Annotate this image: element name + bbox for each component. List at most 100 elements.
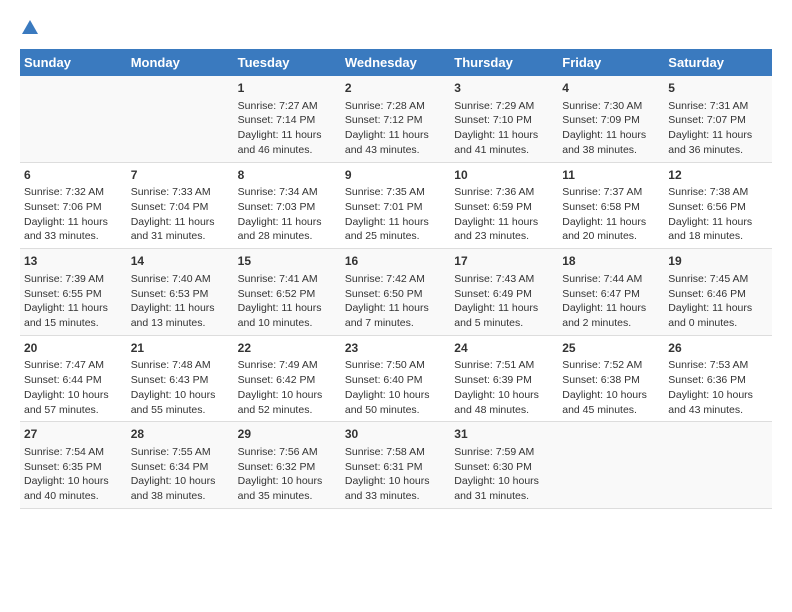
day-number: 5 <box>668 80 768 97</box>
calendar-day-cell: 22Sunrise: 7:49 AMSunset: 6:42 PMDayligh… <box>234 335 341 422</box>
day-number: 3 <box>454 80 554 97</box>
day-info: Sunrise: 7:33 AMSunset: 7:04 PMDaylight:… <box>131 185 230 244</box>
calendar-day-cell: 20Sunrise: 7:47 AMSunset: 6:44 PMDayligh… <box>20 335 127 422</box>
day-info: Sunrise: 7:54 AMSunset: 6:35 PMDaylight:… <box>24 445 123 504</box>
calendar-day-cell: 1 Sunrise: 7:27 AMSunset: 7:14 PMDaylight… <box>234 76 341 162</box>
calendar-day-cell <box>664 422 772 509</box>
day-info: Sunrise: 7:52 AMSunset: 6:38 PMDaylight:… <box>562 358 660 417</box>
day-number: 14 <box>131 253 230 270</box>
day-number: 17 <box>454 253 554 270</box>
day-info: Sunrise: 7:43 AMSunset: 6:49 PMDaylight:… <box>454 272 554 331</box>
calendar-week-row: 13 Sunrise: 7:39 AMSunset: 6:55 PMDayligh… <box>20 249 772 336</box>
day-info: Sunrise: 7:40 AMSunset: 6:53 PMDaylight:… <box>131 272 230 331</box>
calendar-day-cell: 19 Sunrise: 7:45 AMSunset: 6:46 PMDayligh… <box>664 249 772 336</box>
day-info: Sunrise: 7:29 AMSunset: 7:10 PMDaylight:… <box>454 99 554 158</box>
day-number: 21 <box>131 340 230 357</box>
calendar-day-cell: 30Sunrise: 7:58 AMSunset: 6:31 PMDayligh… <box>341 422 450 509</box>
day-number: 10 <box>454 167 554 184</box>
day-info: Sunrise: 7:28 AMSunset: 7:12 PMDaylight:… <box>345 99 446 158</box>
day-info: Sunrise: 7:42 AMSunset: 6:50 PMDaylight:… <box>345 272 446 331</box>
calendar-header: SundayMondayTuesdayWednesdayThursdayFrid… <box>20 49 772 76</box>
day-info: Sunrise: 7:37 AMSunset: 6:58 PMDaylight:… <box>562 185 660 244</box>
calendar-day-cell <box>20 76 127 162</box>
calendar-day-cell: 21Sunrise: 7:48 AMSunset: 6:43 PMDayligh… <box>127 335 234 422</box>
day-number: 31 <box>454 426 554 443</box>
day-number: 6 <box>24 167 123 184</box>
day-number: 4 <box>562 80 660 97</box>
calendar-day-cell: 16 Sunrise: 7:42 AMSunset: 6:50 PMDayligh… <box>341 249 450 336</box>
day-info: Sunrise: 7:44 AMSunset: 6:47 PMDaylight:… <box>562 272 660 331</box>
calendar-day-cell: 13 Sunrise: 7:39 AMSunset: 6:55 PMDayligh… <box>20 249 127 336</box>
day-info: Sunrise: 7:58 AMSunset: 6:31 PMDaylight:… <box>345 445 446 504</box>
weekday-header: Wednesday <box>341 49 450 76</box>
day-info: Sunrise: 7:59 AMSunset: 6:30 PMDaylight:… <box>454 445 554 504</box>
day-number: 20 <box>24 340 123 357</box>
calendar-day-cell: 8Sunrise: 7:34 AMSunset: 7:03 PMDaylight… <box>234 162 341 249</box>
calendar-day-cell: 10Sunrise: 7:36 AMSunset: 6:59 PMDayligh… <box>450 162 558 249</box>
day-number: 9 <box>345 167 446 184</box>
weekday-header: Sunday <box>20 49 127 76</box>
day-number: 16 <box>345 253 446 270</box>
day-number: 19 <box>668 253 768 270</box>
day-number: 13 <box>24 253 123 270</box>
calendar-day-cell: 2 Sunrise: 7:28 AMSunset: 7:12 PMDaylight… <box>341 76 450 162</box>
day-info: Sunrise: 7:45 AMSunset: 6:46 PMDaylight:… <box>668 272 768 331</box>
day-info: Sunrise: 7:39 AMSunset: 6:55 PMDaylight:… <box>24 272 123 331</box>
calendar-day-cell: 12Sunrise: 7:38 AMSunset: 6:56 PMDayligh… <box>664 162 772 249</box>
calendar-day-cell: 27 Sunrise: 7:54 AMSunset: 6:35 PMDayligh… <box>20 422 127 509</box>
calendar-week-row: 27 Sunrise: 7:54 AMSunset: 6:35 PMDayligh… <box>20 422 772 509</box>
calendar-day-cell: 4 Sunrise: 7:30 AMSunset: 7:09 PMDaylight… <box>558 76 664 162</box>
calendar-day-cell: 26Sunrise: 7:53 AMSunset: 6:36 PMDayligh… <box>664 335 772 422</box>
day-number: 27 <box>24 426 123 443</box>
calendar-week-row: 1 Sunrise: 7:27 AMSunset: 7:14 PMDaylight… <box>20 76 772 162</box>
weekday-header: Saturday <box>664 49 772 76</box>
day-number: 8 <box>238 167 337 184</box>
calendar-day-cell: 17 Sunrise: 7:43 AMSunset: 6:49 PMDayligh… <box>450 249 558 336</box>
calendar-day-cell: 15 Sunrise: 7:41 AMSunset: 6:52 PMDayligh… <box>234 249 341 336</box>
day-number: 23 <box>345 340 446 357</box>
logo-arrow-icon <box>22 20 38 39</box>
day-info: Sunrise: 7:55 AMSunset: 6:34 PMDaylight:… <box>131 445 230 504</box>
calendar-day-cell: 5 Sunrise: 7:31 AMSunset: 7:07 PMDaylight… <box>664 76 772 162</box>
day-info: Sunrise: 7:56 AMSunset: 6:32 PMDaylight:… <box>238 445 337 504</box>
day-number: 26 <box>668 340 768 357</box>
calendar-day-cell: 3 Sunrise: 7:29 AMSunset: 7:10 PMDaylight… <box>450 76 558 162</box>
calendar-day-cell: 25Sunrise: 7:52 AMSunset: 6:38 PMDayligh… <box>558 335 664 422</box>
day-info: Sunrise: 7:27 AMSunset: 7:14 PMDaylight:… <box>238 99 337 158</box>
calendar-day-cell: 14 Sunrise: 7:40 AMSunset: 6:53 PMDayligh… <box>127 249 234 336</box>
calendar-day-cell <box>558 422 664 509</box>
day-number: 15 <box>238 253 337 270</box>
weekday-header: Monday <box>127 49 234 76</box>
day-number: 24 <box>454 340 554 357</box>
calendar-body: 1 Sunrise: 7:27 AMSunset: 7:14 PMDaylight… <box>20 76 772 508</box>
day-number: 22 <box>238 340 337 357</box>
weekday-header: Tuesday <box>234 49 341 76</box>
day-info: Sunrise: 7:34 AMSunset: 7:03 PMDaylight:… <box>238 185 337 244</box>
day-info: Sunrise: 7:47 AMSunset: 6:44 PMDaylight:… <box>24 358 123 417</box>
calendar-day-cell: 29 Sunrise: 7:56 AMSunset: 6:32 PMDayligh… <box>234 422 341 509</box>
day-info: Sunrise: 7:38 AMSunset: 6:56 PMDaylight:… <box>668 185 768 244</box>
weekday-header: Thursday <box>450 49 558 76</box>
day-info: Sunrise: 7:35 AMSunset: 7:01 PMDaylight:… <box>345 185 446 244</box>
calendar-table: SundayMondayTuesdayWednesdayThursdayFrid… <box>20 49 772 509</box>
calendar-day-cell: 23Sunrise: 7:50 AMSunset: 6:40 PMDayligh… <box>341 335 450 422</box>
calendar-day-cell <box>127 76 234 162</box>
day-number: 29 <box>238 426 337 443</box>
calendar-day-cell: 6Sunrise: 7:32 AMSunset: 7:06 PMDaylight… <box>20 162 127 249</box>
day-info: Sunrise: 7:50 AMSunset: 6:40 PMDaylight:… <box>345 358 446 417</box>
day-info: Sunrise: 7:32 AMSunset: 7:06 PMDaylight:… <box>24 185 123 244</box>
day-info: Sunrise: 7:30 AMSunset: 7:09 PMDaylight:… <box>562 99 660 158</box>
calendar-day-cell: 7Sunrise: 7:33 AMSunset: 7:04 PMDaylight… <box>127 162 234 249</box>
calendar-week-row: 6Sunrise: 7:32 AMSunset: 7:06 PMDaylight… <box>20 162 772 249</box>
day-info: Sunrise: 7:48 AMSunset: 6:43 PMDaylight:… <box>131 358 230 417</box>
weekday-row: SundayMondayTuesdayWednesdayThursdayFrid… <box>20 49 772 76</box>
day-info: Sunrise: 7:49 AMSunset: 6:42 PMDaylight:… <box>238 358 337 417</box>
day-info: Sunrise: 7:41 AMSunset: 6:52 PMDaylight:… <box>238 272 337 331</box>
day-info: Sunrise: 7:51 AMSunset: 6:39 PMDaylight:… <box>454 358 554 417</box>
day-number: 2 <box>345 80 446 97</box>
day-number: 18 <box>562 253 660 270</box>
calendar-day-cell: 18 Sunrise: 7:44 AMSunset: 6:47 PMDayligh… <box>558 249 664 336</box>
day-number: 1 <box>238 80 337 97</box>
day-info: Sunrise: 7:31 AMSunset: 7:07 PMDaylight:… <box>668 99 768 158</box>
calendar-day-cell: 31 Sunrise: 7:59 AMSunset: 6:30 PMDayligh… <box>450 422 558 509</box>
